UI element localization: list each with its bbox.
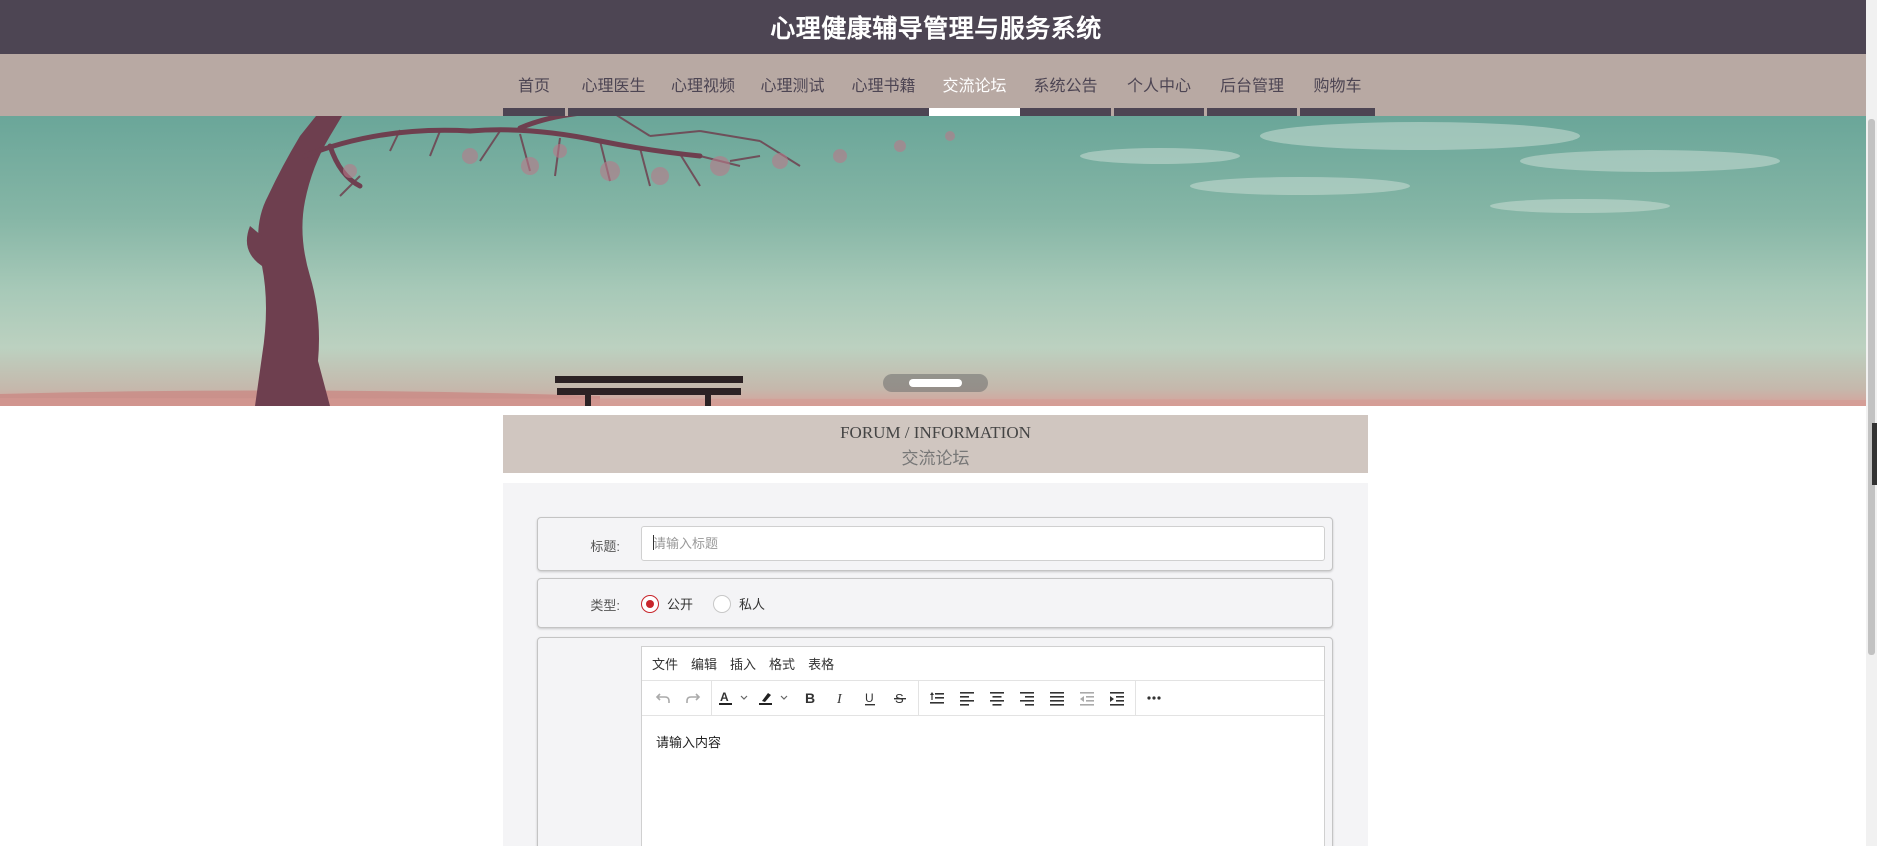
align-right-icon[interactable]: [1012, 683, 1042, 713]
radio-label: 公开: [667, 597, 694, 612]
italic-icon[interactable]: I: [825, 683, 855, 713]
more-icon[interactable]: [1139, 683, 1169, 713]
nav-item-announcements[interactable]: 系统公告: [1020, 54, 1111, 116]
scroll-position-marker: [1872, 423, 1877, 485]
title-row: 标题:: [537, 517, 1333, 571]
nav-item-admin[interactable]: 后台管理: [1207, 54, 1297, 116]
nav-item-label: 购物车: [1313, 78, 1362, 95]
text-caret: [653, 535, 654, 550]
type-radio-private[interactable]: 私人: [713, 594, 765, 613]
nav-item-personal-center[interactable]: 个人中心: [1114, 54, 1204, 116]
nav-items: 首页 心理医生 心理视频 心理测试 心理书籍 交流论坛 系统公告 个人中心 后台…: [503, 54, 1375, 116]
type-row: 类型: 公开 私人: [537, 578, 1333, 628]
title-input[interactable]: [641, 526, 1325, 561]
title-label: 标题:: [590, 539, 620, 554]
editor-placeholder: 请输入内容: [656, 735, 722, 750]
toolbar-divider: [711, 681, 712, 715]
editor-toolbar: A B I U S: [642, 681, 1324, 716]
carousel-indicator[interactable]: [883, 374, 988, 392]
type-radio-group: 公开 私人: [641, 594, 785, 613]
editor-menubar: 文件 编辑 插入 格式 表格: [642, 647, 1324, 681]
section-title-cn: 交流论坛: [901, 449, 970, 468]
align-center-icon[interactable]: [982, 683, 1012, 713]
site-header: 心理健康辅导管理与服务系统: [0, 0, 1872, 54]
nav-item-label: 交流论坛: [942, 78, 1007, 95]
align-left-icon[interactable]: [952, 683, 982, 713]
section-title-en: FORUM / INFORMATION: [840, 423, 1031, 442]
nav-item-label: 心理视频: [670, 78, 735, 95]
nav-item-label: 心理医生: [581, 78, 646, 95]
nav-item-doctors[interactable]: 心理医生: [568, 54, 659, 116]
site-title: 心理健康辅导管理与服务系统: [770, 15, 1102, 43]
nav-item-cart[interactable]: 购物车: [1300, 54, 1375, 116]
post-form: 标题: 类型: 公开 私人 文件 编辑 插入 格式 表格: [503, 483, 1368, 846]
rich-text-editor: 文件 编辑 插入 格式 表格 A B I U S 请输入内容: [641, 646, 1325, 846]
indent-icon[interactable]: [1102, 683, 1132, 713]
radio-checked-icon[interactable]: [641, 594, 659, 613]
nav-item-label: 首页: [517, 78, 550, 95]
nav-item-home[interactable]: 首页: [503, 54, 565, 116]
radio-label: 私人: [739, 597, 766, 612]
nav-item-label: 后台管理: [1219, 78, 1284, 95]
hero-banner: [0, 116, 1866, 406]
highlight-icon[interactable]: [755, 683, 795, 713]
menu-edit[interactable]: 编辑: [691, 654, 717, 673]
nav-item-forum[interactable]: 交流论坛: [929, 54, 1020, 116]
toolbar-divider: [1135, 681, 1136, 715]
redo-icon[interactable]: [678, 683, 708, 713]
nav-item-label: 系统公告: [1033, 78, 1098, 95]
svg-text:A: A: [720, 690, 729, 704]
editor-content-area[interactable]: 请输入内容: [642, 716, 1324, 767]
svg-text:U: U: [865, 691, 874, 705]
carousel-dot-active[interactable]: [909, 379, 962, 387]
font-color-icon[interactable]: A: [715, 683, 755, 713]
content-row: 文件 编辑 插入 格式 表格 A B I U S 请输入内容: [537, 637, 1333, 846]
type-label: 类型:: [590, 598, 620, 613]
strikethrough-icon[interactable]: S: [885, 683, 915, 713]
bold-icon[interactable]: B: [795, 683, 825, 713]
nav-item-videos[interactable]: 心理视频: [659, 54, 747, 116]
menu-file[interactable]: 文件: [652, 654, 678, 673]
svg-text:I: I: [836, 692, 843, 706]
svg-text:B: B: [805, 690, 815, 706]
nav-item-label: 心理书籍: [851, 78, 916, 95]
menu-insert[interactable]: 插入: [730, 654, 756, 673]
underline-icon[interactable]: U: [855, 683, 885, 713]
type-radio-public[interactable]: 公开: [641, 594, 693, 613]
section-header: FORUM / INFORMATION 交流论坛: [503, 415, 1368, 473]
line-height-icon[interactable]: [922, 683, 952, 713]
undo-icon[interactable]: [648, 683, 678, 713]
radio-unchecked-icon[interactable]: [713, 594, 732, 613]
toolbar-divider: [918, 681, 919, 715]
banner-image: [0, 116, 1866, 406]
main-nav: 首页 心理医生 心理视频 心理测试 心理书籍 交流论坛 系统公告 个人中心 后台…: [0, 54, 1872, 116]
nav-item-books[interactable]: 心理书籍: [838, 54, 929, 116]
align-justify-icon[interactable]: [1042, 683, 1072, 713]
outdent-icon[interactable]: [1072, 683, 1102, 713]
nav-item-tests[interactable]: 心理测试: [747, 54, 838, 116]
nav-item-label: 个人中心: [1126, 78, 1191, 95]
scrollbar-thumb[interactable]: [1868, 119, 1875, 655]
nav-item-label: 心理测试: [760, 78, 825, 95]
menu-format[interactable]: 格式: [769, 654, 795, 673]
menu-table[interactable]: 表格: [808, 654, 834, 673]
